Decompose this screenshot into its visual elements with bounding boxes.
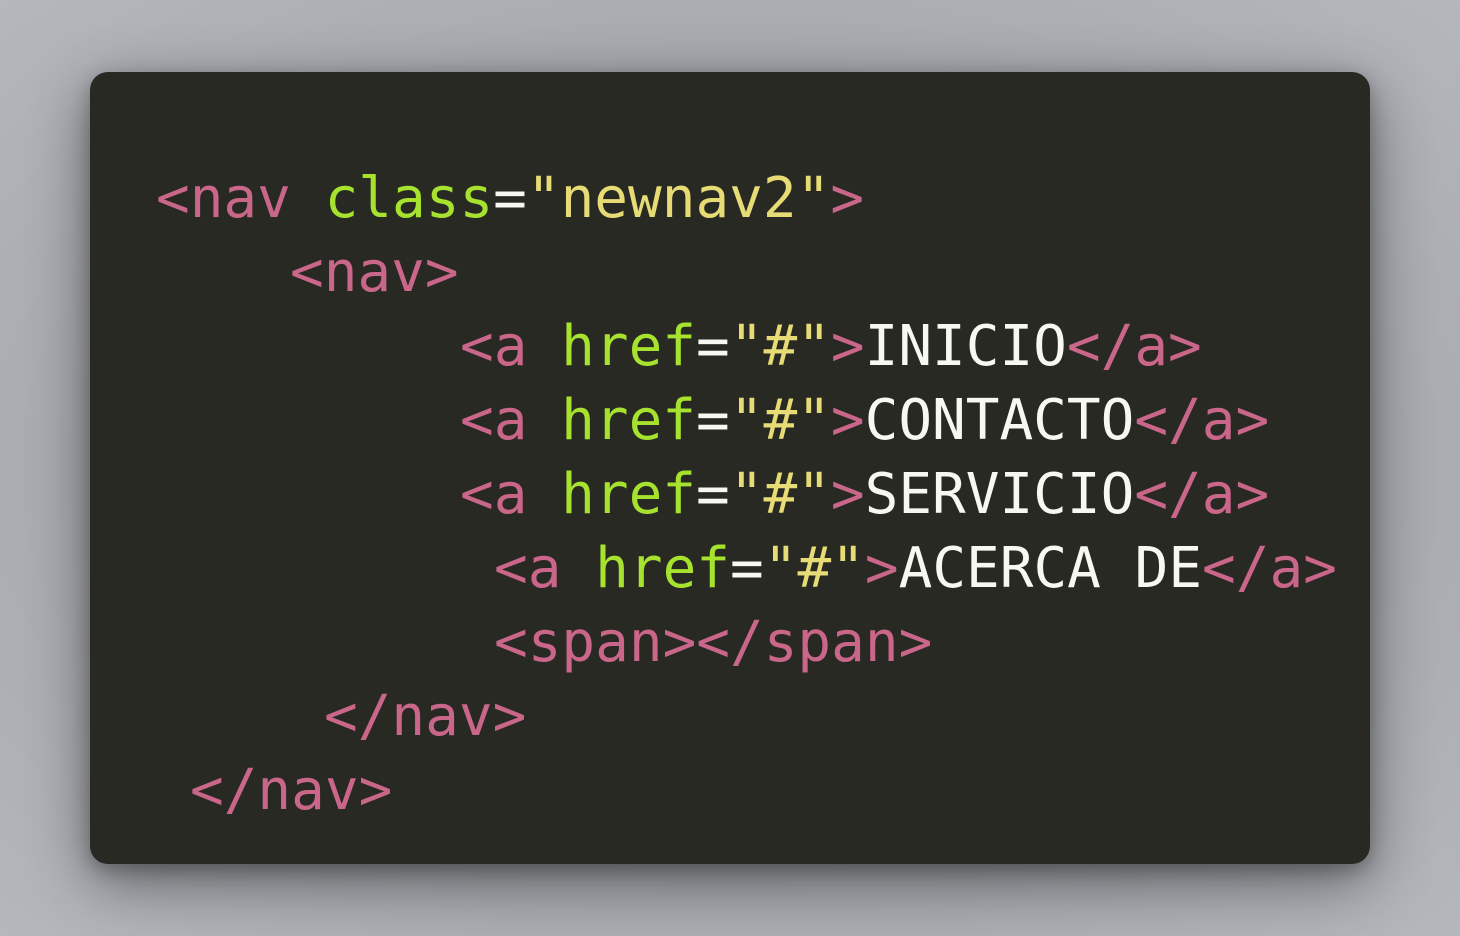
code-token-attr: href bbox=[561, 314, 697, 379]
code-line: </nav> bbox=[190, 754, 392, 828]
code-line: <a href="#">INICIO</a> bbox=[460, 310, 1202, 384]
code-token-tag: </a> bbox=[1134, 388, 1270, 453]
code-token-tag: > bbox=[830, 166, 865, 231]
code-token-text: INICIO bbox=[864, 314, 1067, 379]
code-token-tag: <nav> bbox=[290, 240, 459, 305]
code-line: </nav> bbox=[324, 680, 526, 754]
code-token-str: "#" bbox=[729, 314, 831, 379]
code-token-tag: <a bbox=[460, 388, 528, 453]
code-token-str: "#" bbox=[729, 462, 831, 527]
code-token-tag: <a bbox=[460, 462, 528, 527]
code-token-text: ACERCA DE bbox=[898, 536, 1203, 601]
code-token-punct: = bbox=[696, 388, 730, 453]
code-token-tag: </a> bbox=[1202, 536, 1337, 601]
code-token-tag: > bbox=[864, 536, 899, 601]
code-line: <a href="#">CONTACTO</a> bbox=[460, 384, 1269, 458]
code-token-attr: href bbox=[595, 536, 731, 601]
code-token-text: CONTACTO bbox=[864, 388, 1135, 453]
code-token-punct: = bbox=[696, 314, 730, 379]
code-token-punct: = bbox=[730, 536, 764, 601]
code-line: <span></span> bbox=[494, 606, 932, 680]
code-token-attr: class bbox=[324, 166, 494, 231]
code-token-tag: </a> bbox=[1134, 462, 1270, 527]
code-token-attr: href bbox=[561, 388, 697, 453]
code-token-tag: > bbox=[830, 462, 865, 527]
code-token-punct: = bbox=[696, 462, 730, 527]
code-token-attr: href bbox=[561, 462, 697, 527]
code-token-punct: = bbox=[493, 166, 527, 231]
code-line: <nav> bbox=[290, 236, 459, 310]
code-token-tag: > bbox=[830, 314, 865, 379]
code-token-tag: > bbox=[830, 388, 865, 453]
code-token-tag: <a bbox=[494, 536, 562, 601]
code-window: <nav class="newnav2"> <nav> <a href="#">IN… bbox=[90, 72, 1370, 864]
code-token-tag: <a bbox=[460, 314, 528, 379]
code-token-tag: </nav> bbox=[324, 684, 527, 749]
code-token-str: "#" bbox=[729, 388, 831, 453]
code-token-tag: <nav bbox=[156, 166, 291, 231]
code-token-tag: </a> bbox=[1066, 314, 1202, 379]
code-token-tag: <span></span> bbox=[494, 610, 933, 675]
code-token-str: "newnav2" bbox=[526, 166, 831, 231]
code-line: <a href="#">ACERCA DE</a> bbox=[494, 532, 1337, 606]
code-line: <a href="#">SERVICIO</a> bbox=[460, 458, 1269, 532]
code-token-str: "#" bbox=[763, 536, 865, 601]
code-line: <nav class="newnav2"> bbox=[156, 162, 864, 236]
code-token-text: SERVICIO bbox=[864, 462, 1135, 527]
code-token-tag: </nav> bbox=[190, 758, 393, 823]
